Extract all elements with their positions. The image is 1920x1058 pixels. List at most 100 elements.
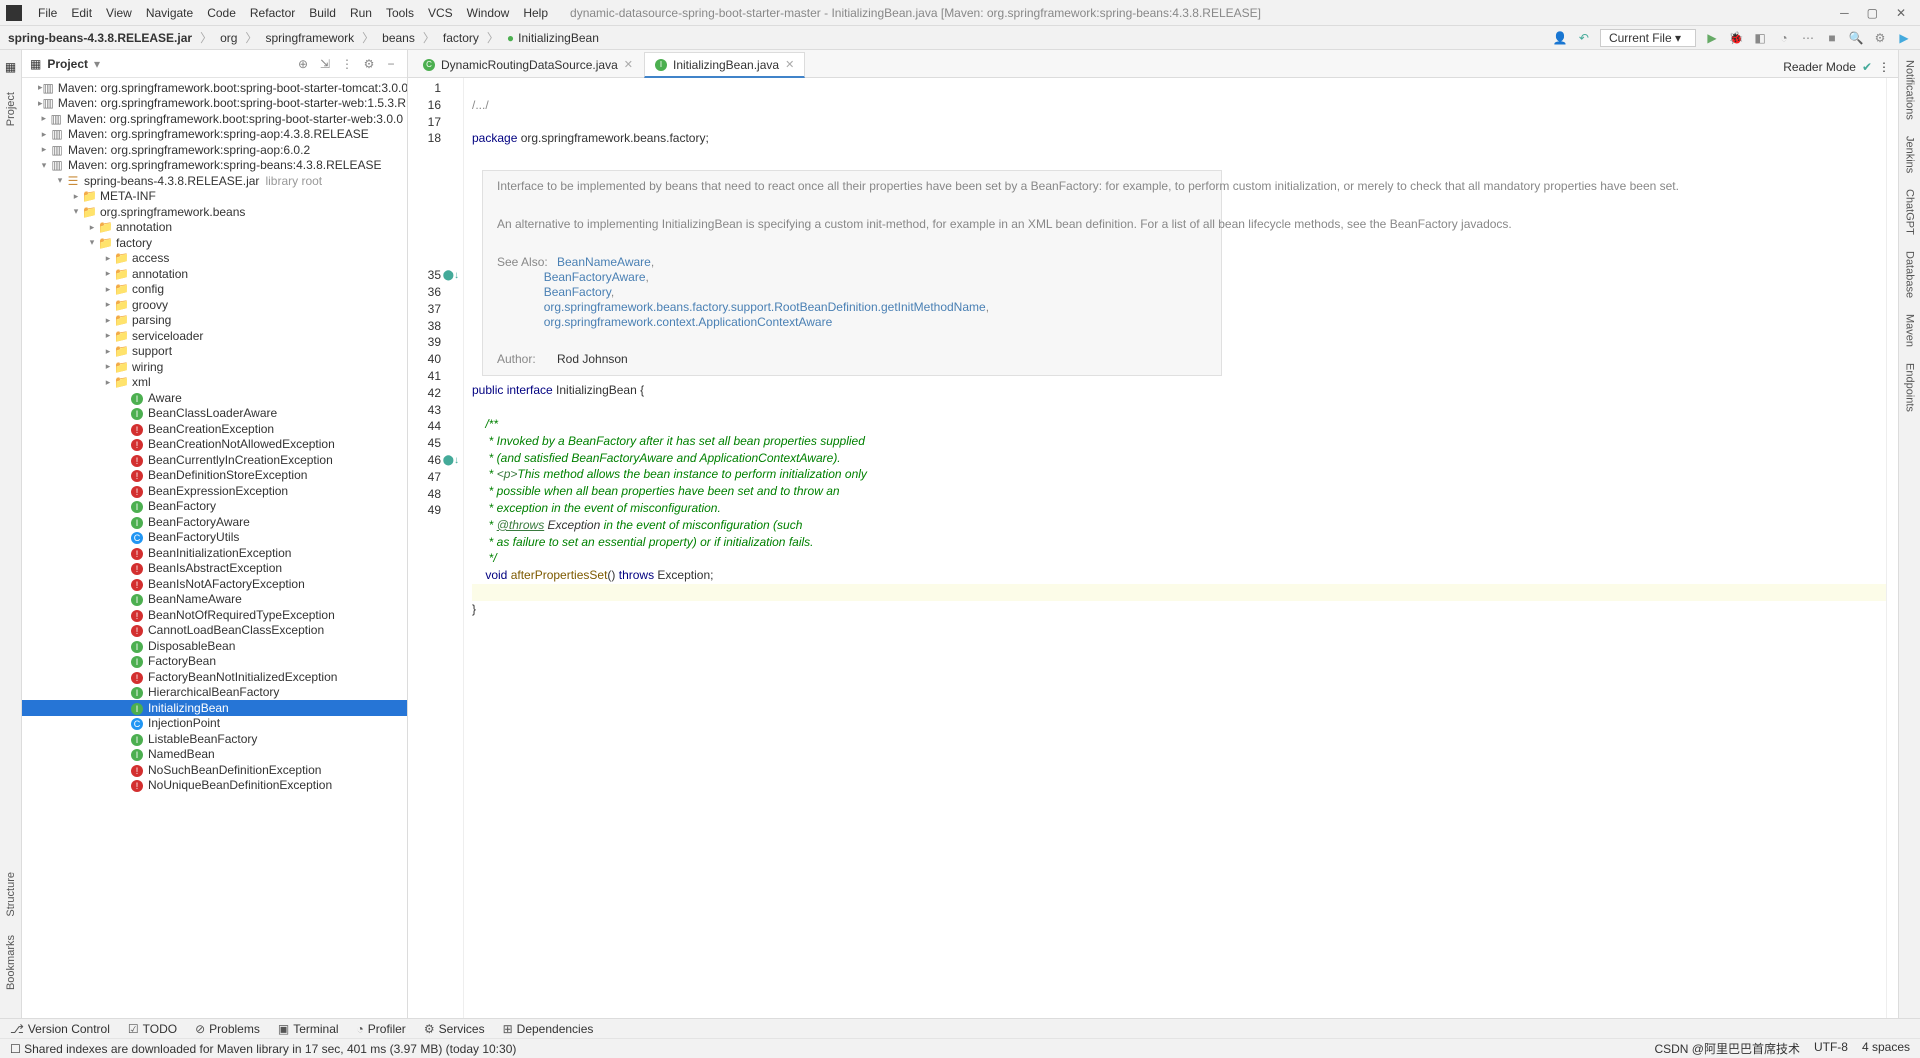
tree-row[interactable]: ▾▥Maven: org.springframework:spring-bean…	[22, 158, 407, 174]
tree-row[interactable]: ▸▥Maven: org.springframework:spring-aop:…	[22, 142, 407, 158]
stop-icon[interactable]: ■	[1824, 30, 1840, 46]
menu-view[interactable]: View	[100, 4, 138, 22]
tree-row[interactable]: !BeanCreationNotAllowedException	[22, 437, 407, 453]
menu-run[interactable]: Run	[344, 4, 378, 22]
select-opened-icon[interactable]: ⊕	[295, 56, 311, 72]
tree-row[interactable]: ▸📁parsing	[22, 313, 407, 329]
tree-row[interactable]: ▸📁groovy	[22, 297, 407, 313]
chevron-down-icon[interactable]: ▾	[94, 57, 100, 71]
attach-icon[interactable]: ⋯	[1800, 30, 1816, 46]
tree-row[interactable]: ▸📁META-INF	[22, 189, 407, 205]
tree-row[interactable]: IBeanFactoryAware	[22, 514, 407, 530]
tree-row[interactable]: IAware	[22, 390, 407, 406]
tree-row[interactable]: !CannotLoadBeanClassException	[22, 623, 407, 639]
project-tool[interactable]: Project	[5, 92, 17, 126]
debug-icon[interactable]: 🐞	[1728, 30, 1744, 46]
maven-tool[interactable]: Maven	[1904, 314, 1916, 347]
run-icon[interactable]: ▶	[1704, 30, 1720, 46]
tree-row[interactable]: !NoUniqueBeanDefinitionException	[22, 778, 407, 794]
tree-row[interactable]: ▸▥Maven: org.springframework.boot:spring…	[22, 111, 407, 127]
version-control-tool[interactable]: ⎇ Version Control	[10, 1022, 110, 1036]
profile-icon[interactable]: ◔	[1776, 30, 1792, 46]
breadcrumb-part[interactable]: beans	[382, 31, 415, 45]
tree-row[interactable]: IListableBeanFactory	[22, 731, 407, 747]
collapse-icon[interactable]: ⋮	[339, 56, 355, 72]
menu-build[interactable]: Build	[303, 4, 342, 22]
tree-row[interactable]: ▸📁access	[22, 251, 407, 267]
breadcrumb[interactable]: spring-beans-4.3.8.RELEASE.jar 〉 org〉 sp…	[8, 29, 599, 46]
status-indent[interactable]: 4 spaces	[1862, 1040, 1910, 1057]
notifications-tool[interactable]: Notifications	[1904, 60, 1916, 120]
tree-row[interactable]: IFactoryBean	[22, 654, 407, 670]
tab[interactable]: C DynamicRoutingDataSource.java ✕	[412, 51, 644, 77]
chatgpt-tool[interactable]: ChatGPT	[1904, 189, 1916, 235]
close-tab-icon[interactable]: ✕	[785, 58, 794, 71]
status-encoding[interactable]: UTF-8	[1814, 1040, 1848, 1057]
play-arrow-icon[interactable]: ▶	[1896, 30, 1912, 46]
tree-row[interactable]: IBeanNameAware	[22, 592, 407, 608]
tree-row[interactable]: ▸▥Maven: org.springframework.boot:spring…	[22, 80, 407, 96]
expand-icon[interactable]: ⇲	[317, 56, 333, 72]
tree-row[interactable]: ▸▥Maven: org.springframework:spring-aop:…	[22, 127, 407, 143]
maximize-icon[interactable]: ▢	[1867, 6, 1878, 20]
tree-row[interactable]: CInjectionPoint	[22, 716, 407, 732]
menu-file[interactable]: File	[32, 4, 63, 22]
tree-row[interactable]: CBeanFactoryUtils	[22, 530, 407, 546]
tree-row[interactable]: !BeanInitializationException	[22, 545, 407, 561]
hide-icon[interactable]: −	[383, 56, 399, 72]
project-label[interactable]: Project	[47, 57, 88, 71]
tree-row[interactable]: IHierarchicalBeanFactory	[22, 685, 407, 701]
problems-tool[interactable]: ⊘ Problems	[195, 1022, 260, 1036]
minimize-icon[interactable]: ─	[1840, 6, 1849, 20]
close-tab-icon[interactable]: ✕	[624, 58, 633, 71]
tree-row[interactable]: !BeanDefinitionStoreException	[22, 468, 407, 484]
tree-row[interactable]: ▸📁config	[22, 282, 407, 298]
tree-row[interactable]: ▸▥Maven: org.springframework.boot:spring…	[22, 96, 407, 112]
code-content[interactable]: /.../ package org.springframework.beans.…	[464, 78, 1886, 1018]
menu-window[interactable]: Window	[461, 4, 516, 22]
code-area[interactable]: 116171835⬤↓3637383940414243444546⬤↓47484…	[408, 78, 1898, 1018]
menu-help[interactable]: Help	[517, 4, 554, 22]
tree-row[interactable]: ▸📁support	[22, 344, 407, 360]
settings-icon[interactable]: ⚙	[1872, 30, 1888, 46]
back-icon[interactable]: ↶	[1576, 30, 1592, 46]
tree-row[interactable]: ▸📁annotation	[22, 220, 407, 236]
jenkins-tool[interactable]: Jenkins	[1904, 136, 1916, 173]
database-tool[interactable]: Database	[1904, 251, 1916, 298]
tree-row[interactable]: ▸📁wiring	[22, 359, 407, 375]
tree-row[interactable]: ▸📁xml	[22, 375, 407, 391]
tree-row[interactable]: ▾☰spring-beans-4.3.8.RELEASE.jarlibrary …	[22, 173, 407, 189]
endpoints-tool[interactable]: Endpoints	[1904, 363, 1916, 412]
profiler-tool[interactable]: ◔ Profiler	[357, 1022, 406, 1036]
gear-icon[interactable]: ⚙	[361, 56, 377, 72]
tree-row[interactable]: IBeanFactory	[22, 499, 407, 515]
tree-row[interactable]: INamedBean	[22, 747, 407, 763]
tree-row[interactable]: ▸📁annotation	[22, 266, 407, 282]
project-view-icon[interactable]: ▦	[30, 57, 41, 71]
tree-row[interactable]: IInitializingBean	[22, 700, 407, 716]
tree-row[interactable]: ▾📁factory	[22, 235, 407, 251]
reader-mode-bar[interactable]: Reader Mode✔⋮	[1783, 60, 1890, 74]
services-tool[interactable]: ⚙ Services	[424, 1022, 485, 1036]
project-tool-icon[interactable]: ▦	[5, 60, 16, 74]
todo-tool[interactable]: ☑ TODO	[128, 1022, 177, 1036]
run-config-select[interactable]: Current File ▾	[1600, 29, 1696, 47]
tree-row[interactable]: IDisposableBean	[22, 638, 407, 654]
breadcrumb-jar[interactable]: spring-beans-4.3.8.RELEASE.jar	[8, 31, 192, 45]
tree-row[interactable]: !BeanCreationException	[22, 421, 407, 437]
breadcrumb-part[interactable]: factory	[443, 31, 479, 45]
tree-row[interactable]: !BeanNotOfRequiredTypeException	[22, 607, 407, 623]
breadcrumb-part[interactable]: springframework	[265, 31, 354, 45]
menu-refactor[interactable]: Refactor	[244, 4, 301, 22]
tree-row[interactable]: !BeanIsNotAFactoryException	[22, 576, 407, 592]
menu-tools[interactable]: Tools	[380, 4, 420, 22]
structure-tool[interactable]: Structure	[5, 872, 17, 917]
tree-row[interactable]: !NoSuchBeanDefinitionException	[22, 762, 407, 778]
menu-navigate[interactable]: Navigate	[140, 4, 199, 22]
tree-row[interactable]: !FactoryBeanNotInitializedException	[22, 669, 407, 685]
tree-row[interactable]: ▾📁org.springframework.beans	[22, 204, 407, 220]
tree-row[interactable]: !BeanCurrentlyInCreationException	[22, 452, 407, 468]
tree-row[interactable]: IBeanClassLoaderAware	[22, 406, 407, 422]
terminal-tool[interactable]: ▣ Terminal	[278, 1022, 339, 1036]
tab-active[interactable]: I InitializingBean.java ✕	[644, 52, 805, 78]
